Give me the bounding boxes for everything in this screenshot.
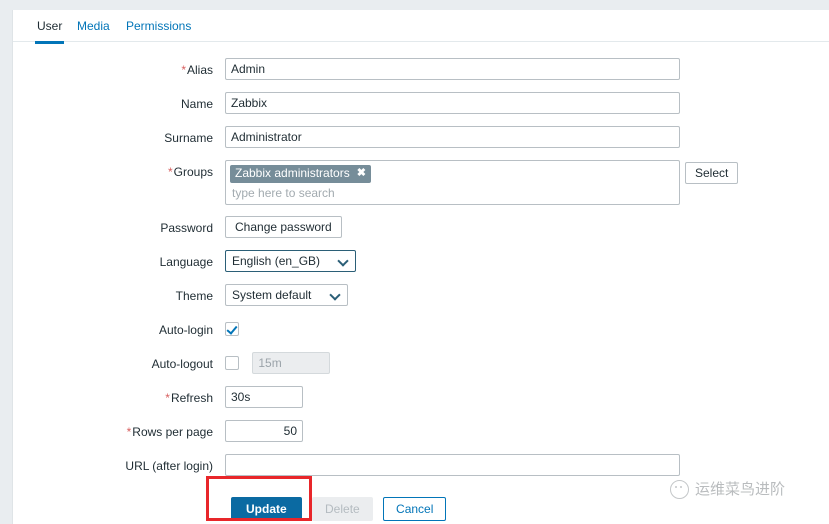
watermark: 运维菜鸟进阶 bbox=[670, 480, 785, 499]
close-icon[interactable]: ✖ bbox=[357, 168, 366, 179]
auto-login-checkbox[interactable] bbox=[225, 322, 239, 336]
refresh-input[interactable] bbox=[225, 386, 303, 408]
label-refresh: *Refresh bbox=[165, 391, 213, 405]
groups-multiselect[interactable]: Zabbix administrators ✖ bbox=[225, 160, 680, 205]
language-select[interactable]: English (en_GB) bbox=[225, 250, 356, 272]
form-row-name: Name bbox=[13, 92, 713, 116]
groups-select-wrapper: Select bbox=[685, 162, 739, 184]
required-marker-groups: * bbox=[167, 165, 173, 179]
tab-media[interactable]: Media bbox=[75, 18, 112, 41]
groups-chip-zabbix-administrators[interactable]: Zabbix administrators ✖ bbox=[230, 165, 371, 183]
language-select-value: English (en_GB) bbox=[232, 254, 321, 268]
url-after-login-input[interactable] bbox=[225, 454, 680, 476]
label-url-after-login: URL (after login) bbox=[125, 459, 213, 473]
auto-logout-input bbox=[252, 352, 331, 374]
auto-logout-checkbox[interactable] bbox=[225, 356, 239, 370]
tab-user[interactable]: User bbox=[35, 18, 65, 44]
wechat-icon bbox=[670, 480, 689, 499]
label-alias: *Alias bbox=[181, 63, 213, 77]
name-input[interactable] bbox=[225, 92, 680, 114]
form-row-auto-logout: Auto-logout bbox=[13, 352, 713, 376]
label-auto-logout: Auto-logout bbox=[151, 357, 213, 371]
label-password: Password bbox=[160, 221, 213, 235]
field-auto-logout bbox=[225, 352, 331, 374]
field-theme: System default bbox=[225, 284, 348, 309]
label-surname: Surname bbox=[164, 131, 213, 145]
theme-select[interactable]: System default bbox=[225, 284, 348, 306]
user-profile-panel: User Media Permissions *Alias Name Surna… bbox=[12, 10, 829, 524]
label-name: Name bbox=[180, 97, 213, 111]
label-auto-login: Auto-login bbox=[158, 323, 213, 337]
form-row-rows-per-page: *Rows per page bbox=[13, 420, 713, 444]
alias-input[interactable] bbox=[225, 58, 680, 80]
form-row-auto-login: Auto-login bbox=[13, 318, 713, 342]
groups-search-input[interactable] bbox=[230, 186, 671, 200]
chevron-down-icon bbox=[331, 290, 340, 299]
required-marker-refresh: * bbox=[165, 391, 170, 405]
watermark-text: 运维菜鸟进阶 bbox=[695, 480, 786, 498]
cancel-button[interactable]: Cancel bbox=[383, 497, 447, 521]
label-groups: *Groups bbox=[167, 165, 213, 179]
surname-input[interactable] bbox=[225, 126, 680, 148]
rows-per-page-input[interactable] bbox=[225, 420, 303, 442]
tab-permissions[interactable]: Permissions bbox=[124, 18, 193, 41]
field-language: English (en_GB) bbox=[225, 250, 356, 275]
label-theme: Theme bbox=[175, 289, 213, 303]
field-name bbox=[225, 92, 680, 114]
form-row-theme: Theme System default bbox=[13, 284, 713, 308]
form-row-url-after-login: URL (after login) bbox=[13, 454, 713, 478]
required-marker-alias: * bbox=[181, 63, 186, 77]
form-row-surname: Surname bbox=[13, 126, 713, 150]
field-rows-per-page bbox=[225, 420, 303, 442]
field-password: Change password bbox=[225, 216, 342, 238]
required-marker-rows-per-page: * bbox=[126, 425, 132, 439]
tab-bar: User Media Permissions bbox=[13, 10, 829, 44]
groups-select-button[interactable]: Select bbox=[685, 162, 739, 184]
form-row-language: Language English (en_GB) bbox=[13, 250, 713, 274]
update-button[interactable]: Update bbox=[231, 497, 302, 521]
form-row-password: Password Change password bbox=[13, 216, 713, 240]
theme-select-value: System default bbox=[232, 288, 312, 302]
form-row-groups: *Groups Zabbix administrators ✖ Select bbox=[13, 160, 739, 208]
delete-button: Delete bbox=[312, 497, 373, 521]
form-actions: Update Delete Cancel bbox=[231, 497, 447, 521]
form-row-alias: *Alias bbox=[13, 58, 713, 82]
label-language: Language bbox=[159, 255, 213, 269]
field-groups: Zabbix administrators ✖ bbox=[225, 160, 680, 205]
field-surname bbox=[225, 126, 680, 148]
field-alias bbox=[225, 58, 680, 80]
field-auto-login bbox=[225, 318, 239, 339]
field-refresh bbox=[225, 386, 303, 408]
change-password-button[interactable]: Change password bbox=[225, 216, 342, 238]
field-url-after-login bbox=[225, 454, 680, 476]
chevron-down-icon bbox=[339, 256, 348, 265]
groups-chip-label: Zabbix administrators bbox=[235, 166, 350, 180]
label-rows-per-page: *Rows per page bbox=[126, 425, 213, 439]
form-row-refresh: *Refresh bbox=[13, 386, 713, 410]
